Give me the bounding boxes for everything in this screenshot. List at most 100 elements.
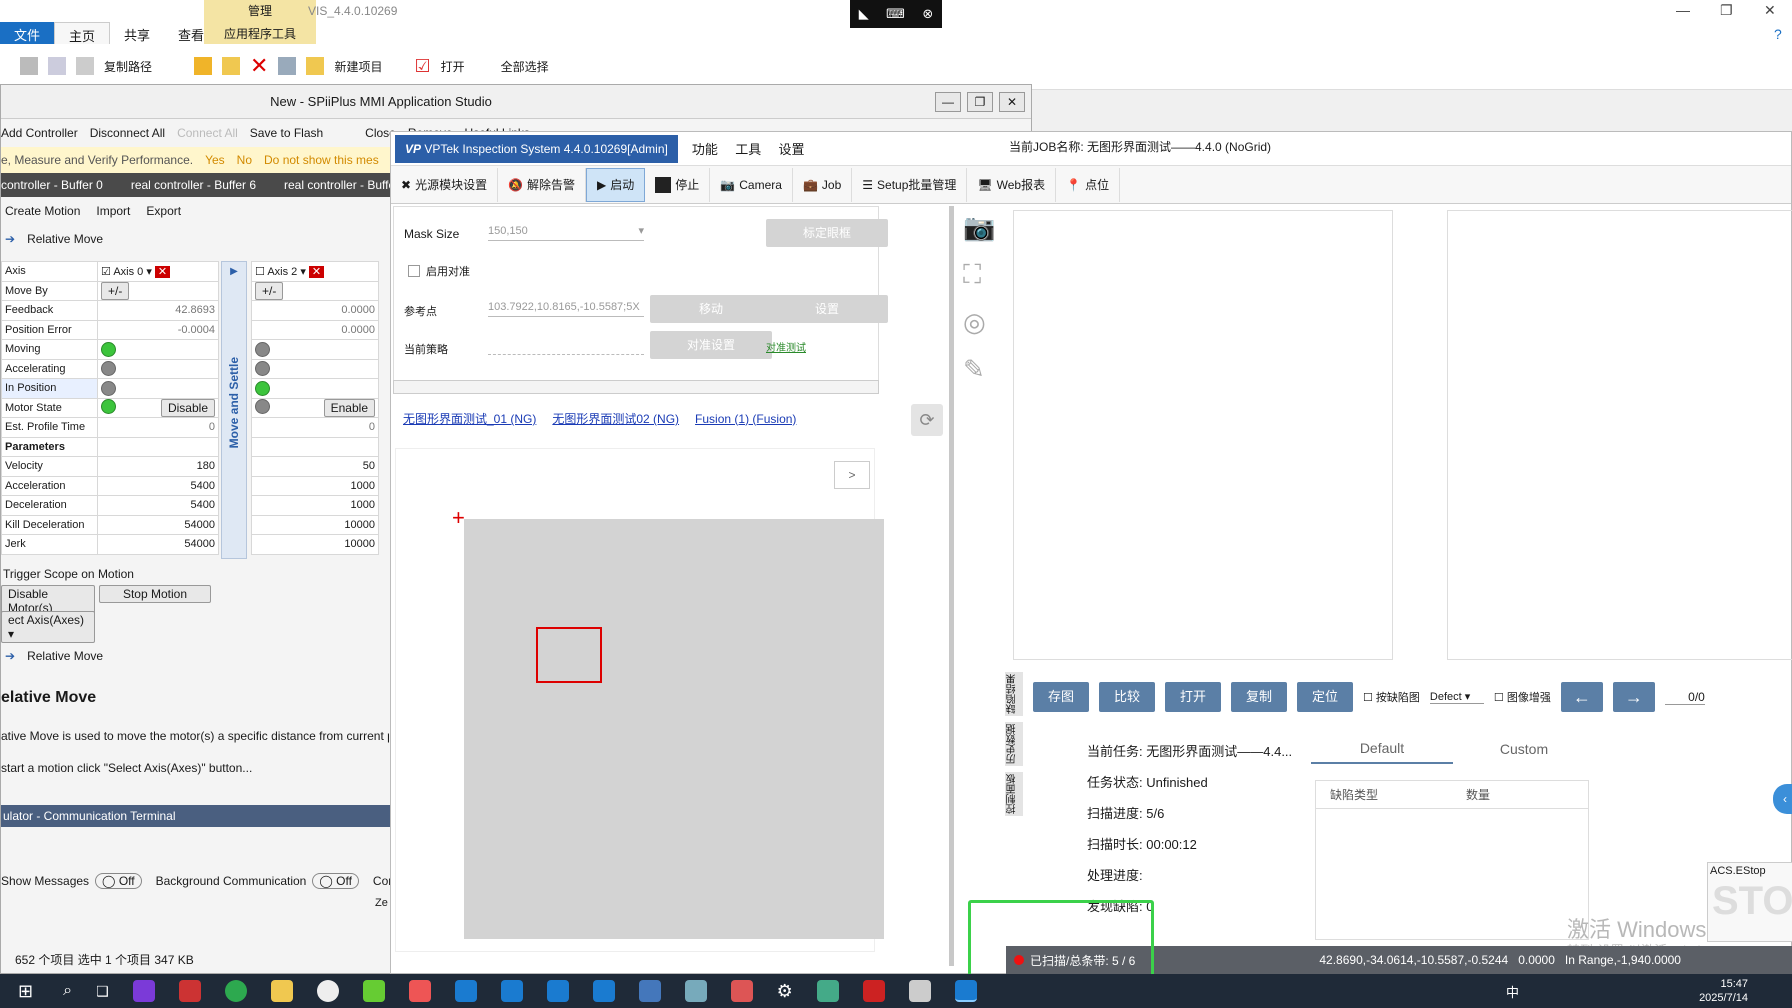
job-link-02[interactable]: 无图形界面测试02 (NG) xyxy=(552,410,679,427)
camera-button[interactable]: 📷 Camera xyxy=(710,167,793,202)
collapse-panel-icon[interactable]: ‹ xyxy=(1773,784,1792,814)
align-settings-button[interactable]: 对准设置 xyxy=(650,331,772,359)
pane-splitter[interactable] xyxy=(949,206,954,966)
tab-file[interactable]: 文件 xyxy=(0,22,55,44)
image-tool-icon[interactable]: ⛶ xyxy=(963,259,995,291)
open-image-button[interactable]: 打开 xyxy=(1165,682,1221,712)
manage-contextual-tab[interactable]: 管理 应用程序工具 xyxy=(204,0,316,44)
close-circle-icon[interactable]: ⊗ xyxy=(922,6,933,22)
moveby-axis0-input[interactable]: +/- xyxy=(97,280,219,301)
save-to-flash-button[interactable]: Save to Flash xyxy=(250,126,323,140)
move-and-settle-panel[interactable]: ▶ Move and Settle xyxy=(221,261,247,559)
moveby-axis2-input[interactable]: +/- xyxy=(251,280,379,301)
background-comm-toggle[interactable]: ◯ Off xyxy=(312,873,359,889)
windows-start-icon[interactable]: ⊞ xyxy=(18,981,33,1002)
job-link-01[interactable]: 无图形界面测试_01 (NG) xyxy=(403,410,536,427)
new-item-button[interactable]: 新建项目 xyxy=(334,58,404,75)
folder-icon[interactable] xyxy=(270,980,293,1002)
info-no-link[interactable]: No xyxy=(237,153,252,167)
vis-app-icon[interactable] xyxy=(592,980,615,1002)
app-icon[interactable] xyxy=(362,980,385,1002)
image-canvas[interactable] xyxy=(464,519,884,939)
tab-history[interactable]: 历史数据 xyxy=(1005,722,1023,766)
open-button[interactable]: 打开 xyxy=(441,58,491,75)
save-image-button[interactable]: 存图 xyxy=(1033,682,1089,712)
prev-arrow-button[interactable]: ← xyxy=(1560,682,1603,712)
kill-deceleration-axis0-input[interactable]: 54000 xyxy=(97,514,219,535)
chrome-icon[interactable] xyxy=(224,980,247,1002)
compare-button[interactable]: 比较 xyxy=(1099,682,1155,712)
pin-icon[interactable] xyxy=(20,57,38,75)
rename-icon[interactable] xyxy=(278,57,297,75)
fusion-link[interactable]: Fusion (1) (Fusion) xyxy=(695,412,796,426)
spii-minimize-button[interactable]: — xyxy=(935,92,961,112)
vis-app-icon[interactable] xyxy=(454,980,477,1002)
remove-axis2-icon[interactable]: ✕ xyxy=(308,265,325,278)
copy-image-button[interactable]: 复制 xyxy=(1231,682,1287,712)
app-icon[interactable] xyxy=(408,980,431,1002)
refresh-icon[interactable]: ⟳ xyxy=(911,404,943,436)
start-button[interactable]: ▶ 启动 xyxy=(586,167,646,202)
checkbox[interactable] xyxy=(408,265,420,277)
spii-close-button[interactable]: ✕ xyxy=(999,92,1025,112)
info-dont-show-link[interactable]: Do not show this mes xyxy=(264,153,379,167)
connect-all-button[interactable]: Connect All xyxy=(177,126,238,140)
add-controller-button[interactable]: Add Controller xyxy=(1,126,78,140)
tab-view[interactable]: 查看 xyxy=(164,22,218,44)
search-icon[interactable]: ⌕ xyxy=(63,982,72,1000)
next-arrow-button[interactable]: → xyxy=(1612,682,1655,712)
close-icon[interactable]: ✕ xyxy=(1764,2,1776,19)
image-viewer-right[interactable] xyxy=(1447,210,1792,660)
enhance-check[interactable]: ☐ 图像增强 xyxy=(1494,689,1551,705)
defect-roi-box[interactable] xyxy=(536,627,602,683)
camera-tool-icon[interactable]: 📷 xyxy=(963,212,995,243)
grid-tool-icon[interactable]: ◎ xyxy=(963,307,995,338)
kill-deceleration-axis2-input[interactable]: 10000 xyxy=(251,514,379,535)
info-yes-link[interactable]: Yes xyxy=(205,153,225,167)
settings-gear-icon[interactable]: ⚙ xyxy=(777,981,793,1002)
tab-default[interactable]: Default xyxy=(1311,740,1453,764)
collapse-icon[interactable]: ◣ xyxy=(859,6,869,22)
tab-home[interactable]: 主页 xyxy=(54,22,111,44)
menu-tools[interactable]: 工具 xyxy=(735,142,761,157)
buffer-tab-6[interactable]: real controller - Buffer 6 xyxy=(131,178,256,192)
strategy-input[interactable] xyxy=(488,335,644,355)
new-folder-icon[interactable] xyxy=(306,57,325,75)
acceleration-axis0-input[interactable]: 5400 xyxy=(97,475,219,496)
ruler-tool-icon[interactable]: ✎ xyxy=(963,354,995,385)
select-axes-button[interactable]: ect Axis(Axes) ▾ xyxy=(1,611,95,643)
stop-button[interactable]: 停止 xyxy=(645,167,711,202)
vis-app-icon[interactable] xyxy=(546,980,569,1002)
create-motion-button[interactable]: Create Motion xyxy=(5,204,80,218)
axis2-select[interactable]: ☐ Axis 2 ▾ ✕ xyxy=(251,261,379,282)
app-icon[interactable] xyxy=(908,980,931,1002)
tab-custom[interactable]: Custom xyxy=(1453,741,1595,763)
stop-motion-button[interactable]: Stop Motion xyxy=(99,585,211,603)
move-button[interactable]: 移动 xyxy=(650,295,772,323)
copy-path-button[interactable]: 复制路径 xyxy=(104,58,184,75)
minimize-icon[interactable]: — xyxy=(1676,2,1690,18)
restore-icon[interactable]: ❐ xyxy=(1720,2,1733,19)
vis-app-icon[interactable] xyxy=(500,980,523,1002)
jerk-axis2-input[interactable]: 10000 xyxy=(251,534,379,555)
show-messages-toggle[interactable]: ◯ Off xyxy=(95,873,142,889)
web-report-button[interactable]: 🖥 Web报表 xyxy=(967,167,1057,202)
col-defect-type[interactable]: 缺陷类型 xyxy=(1316,786,1466,803)
buffer-tab-0[interactable]: controller - Buffer 0 xyxy=(1,178,103,192)
velocity-axis2-input[interactable]: 50 xyxy=(251,456,379,477)
task-view-icon[interactable]: ❑ xyxy=(96,983,109,1000)
tab-defect-result[interactable]: 缺陷结果 xyxy=(1005,672,1023,716)
vis-app-active-icon[interactable] xyxy=(954,980,977,1002)
disable-axis0-button[interactable]: Disable xyxy=(160,398,215,417)
ime-indicator[interactable]: 中 xyxy=(1506,982,1519,1001)
buffer-tab-other[interactable]: real controller - Buffe xyxy=(284,178,395,192)
deceleration-axis0-input[interactable]: 5400 xyxy=(97,495,219,516)
copy-icon[interactable] xyxy=(48,57,66,75)
terminal-tab[interactable]: ulator - Communication Terminal xyxy=(1,805,391,827)
point-button[interactable]: 📍 点位 xyxy=(1056,167,1121,202)
clock[interactable]: 15:47 2025/7/14 xyxy=(1699,977,1748,1005)
deceleration-axis2-input[interactable]: 1000 xyxy=(251,495,379,516)
delete-icon[interactable]: ✕ xyxy=(250,53,268,79)
menu-function[interactable]: 功能 xyxy=(692,142,718,157)
remove-axis0-icon[interactable]: ✕ xyxy=(154,265,171,278)
